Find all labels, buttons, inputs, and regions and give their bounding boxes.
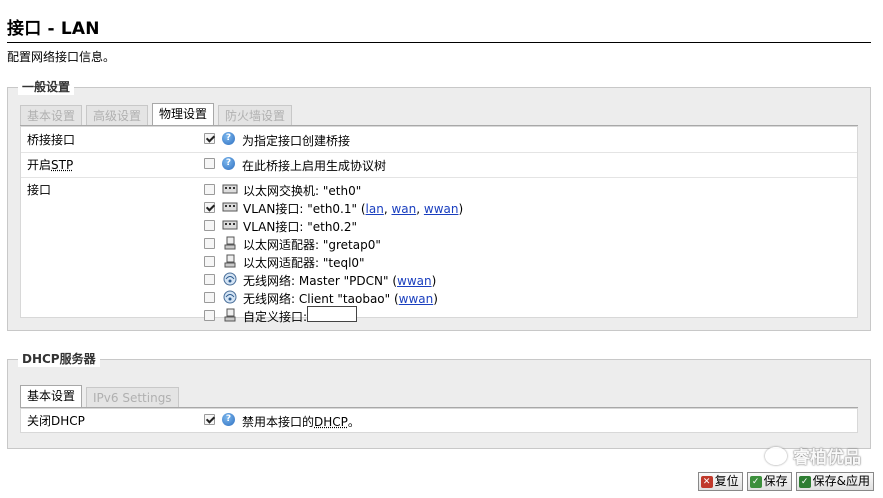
dhcp-basic-panel: 关闭DHCP ? 禁用本接口的DHCP。 bbox=[20, 408, 858, 433]
help-icon: ? bbox=[222, 413, 235, 426]
interface-item: VLAN接口: "eth0.2" bbox=[21, 217, 821, 235]
switch-icon bbox=[222, 184, 238, 194]
custom-interface-item: 自定义接口: bbox=[21, 306, 821, 325]
stp-row: 开启STP ? 在此桥接上启用生成协议树 bbox=[21, 152, 857, 178]
custom-interface-checkbox[interactable] bbox=[204, 310, 215, 321]
page-description: 配置网络接口信息。 bbox=[7, 50, 116, 64]
interface-item: 以太网适配器: "gretap0" bbox=[21, 235, 821, 253]
physical-settings-panel: 桥接接口 ? 为指定接口创建桥接 开启STP ? 在此桥接上启用生成协议树 接口… bbox=[20, 126, 858, 324]
bridge-label: 桥接接口 bbox=[27, 133, 76, 147]
interface-item: 以太网交换机: "eth0" bbox=[21, 181, 821, 199]
bridge-checkbox[interactable] bbox=[204, 133, 215, 144]
interface-item: VLAN接口: "eth0.1" (lan, wan, wwan) bbox=[21, 199, 821, 217]
disable-dhcp-help: 禁用本接口的DHCP。 bbox=[242, 415, 360, 429]
interface-checkbox[interactable] bbox=[204, 238, 215, 249]
general-tabs: 基本设置 高级设置 物理设置 防火墙设置 bbox=[20, 103, 293, 125]
dhcp-tabs: 基本设置 IPv6 Settings bbox=[20, 385, 179, 407]
disable-dhcp-row: 关闭DHCP ? 禁用本接口的DHCP。 bbox=[21, 409, 857, 434]
save-apply-icon: ✓ bbox=[798, 475, 811, 488]
interface-checkbox[interactable] bbox=[204, 256, 215, 267]
reset-icon: ✕ bbox=[700, 475, 713, 488]
tab-dhcp-basic-settings[interactable]: 基本设置 bbox=[20, 385, 83, 407]
tab-ipv6-settings[interactable]: IPv6 Settings bbox=[86, 387, 179, 407]
reset-button[interactable]: ✕ 复位 bbox=[697, 472, 743, 491]
switch-icon bbox=[222, 202, 238, 212]
disable-dhcp-checkbox[interactable] bbox=[204, 414, 215, 425]
save-button-label: 保存 bbox=[763, 474, 788, 488]
reset-button-label: 复位 bbox=[714, 474, 739, 488]
interface-item: 无线网络: Client "taobao" (wwan) bbox=[21, 289, 821, 307]
interface-checkbox[interactable] bbox=[204, 202, 215, 213]
interface-text: 无线网络: Master "PDCN" (wwan) bbox=[243, 274, 437, 288]
interface-checkbox[interactable] bbox=[204, 292, 215, 303]
bridge-help: 为指定接口创建桥接 bbox=[242, 134, 351, 148]
wifi-icon bbox=[223, 272, 237, 286]
save-apply-button[interactable]: ✓ 保存&应用 bbox=[795, 472, 874, 491]
interface-item: 以太网适配器: "teql0" bbox=[21, 253, 821, 271]
interface-text: 以太网适配器: "gretap0" bbox=[243, 238, 381, 252]
watermark-text: 睿柏优品 bbox=[793, 448, 861, 468]
save-icon: ✓ bbox=[749, 475, 762, 488]
interface-checkbox[interactable] bbox=[204, 274, 215, 285]
interface-text: 以太网适配器: "teql0" bbox=[243, 256, 365, 270]
stp-help: 在此桥接上启用生成协议树 bbox=[242, 159, 387, 173]
help-icon: ? bbox=[222, 157, 235, 170]
watermark: 睿柏优品 bbox=[765, 443, 861, 468]
general-settings-section: 一般设置 基本设置 高级设置 物理设置 防火墙设置 桥接接口 ? 为指定接口创建… bbox=[7, 78, 871, 331]
page-title: 接口 - LAN bbox=[7, 14, 871, 43]
tab-physical-settings[interactable]: 物理设置 bbox=[152, 103, 215, 125]
dhcp-server-section: DHCP服务器 基本设置 IPv6 Settings 关闭DHCP ? 禁用本接… bbox=[7, 350, 871, 449]
custom-interface-input[interactable] bbox=[307, 306, 357, 322]
help-icon: ? bbox=[222, 132, 235, 145]
tab-basic-settings[interactable]: 基本设置 bbox=[20, 105, 83, 125]
network-link-lan[interactable]: lan bbox=[366, 202, 384, 216]
interfaces-row: 接口 以太网交换机: "eth0" VLAN接口: "eth0.1" (lan,… bbox=[21, 177, 857, 324]
general-settings-legend: 一般设置 bbox=[18, 78, 75, 95]
save-apply-button-label: 保存&应用 bbox=[812, 474, 870, 488]
stp-label: 开启STP bbox=[27, 158, 74, 172]
ethernet-icon bbox=[224, 254, 236, 268]
action-buttons: ✕ 复位 ✓ 保存 ✓ 保存&应用 bbox=[697, 472, 874, 491]
interface-text: VLAN接口: "eth0.1" (lan, wan, wwan) bbox=[243, 202, 464, 216]
save-button[interactable]: ✓ 保存 bbox=[746, 472, 792, 491]
interface-checkbox[interactable] bbox=[204, 184, 215, 195]
wifi-icon bbox=[223, 290, 237, 304]
switch-icon bbox=[222, 220, 238, 230]
ethernet-icon bbox=[224, 236, 236, 250]
tab-firewall-settings[interactable]: 防火墙设置 bbox=[218, 105, 293, 125]
network-link-wwan[interactable]: wwan bbox=[399, 292, 434, 306]
network-link-wwan[interactable]: wwan bbox=[424, 202, 459, 216]
network-link-wan[interactable]: wan bbox=[391, 202, 416, 216]
ethernet-icon bbox=[224, 308, 236, 322]
disable-dhcp-label: 关闭DHCP bbox=[27, 414, 85, 428]
interface-checkbox[interactable] bbox=[204, 220, 215, 231]
interface-item: 无线网络: Master "PDCN" (wwan) bbox=[21, 271, 821, 289]
stp-checkbox[interactable] bbox=[204, 158, 215, 169]
network-link-wwan[interactable]: wwan bbox=[397, 274, 432, 288]
tab-advanced-settings[interactable]: 高级设置 bbox=[86, 105, 149, 125]
dhcp-server-legend: DHCP服务器 bbox=[18, 350, 100, 367]
custom-interface-label: 自定义接口: bbox=[243, 310, 308, 324]
wechat-icon bbox=[765, 446, 787, 465]
bridge-row: 桥接接口 ? 为指定接口创建桥接 bbox=[21, 127, 857, 153]
interface-text: 无线网络: Client "taobao" (wwan) bbox=[243, 292, 438, 306]
interface-text: 以太网交换机: "eth0" bbox=[243, 184, 362, 198]
interface-text: VLAN接口: "eth0.2" bbox=[243, 220, 358, 234]
